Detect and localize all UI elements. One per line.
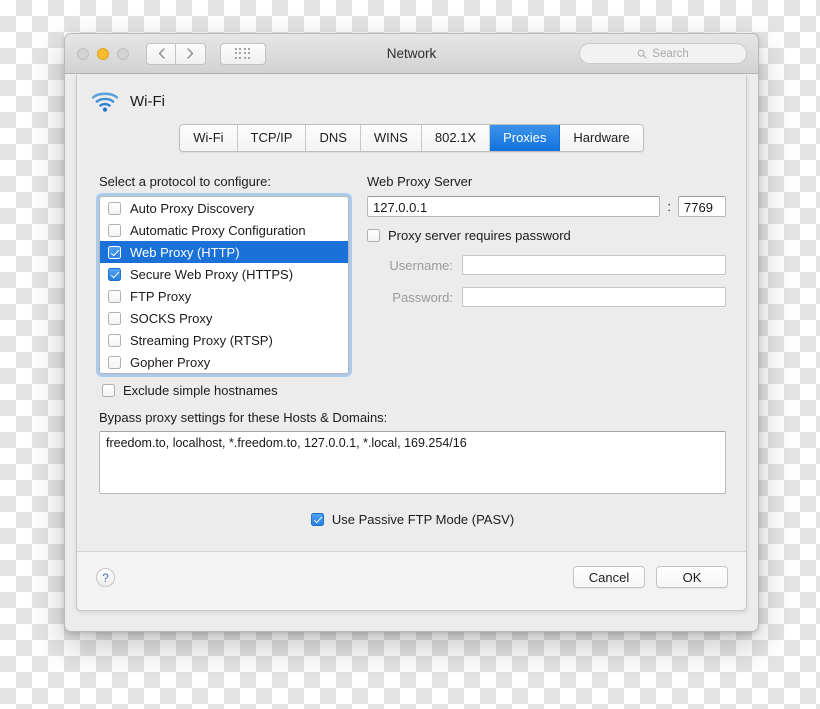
protocol-row-streaming-proxy-rtsp[interactable]: Streaming Proxy (RTSP)	[100, 329, 348, 351]
protocol-label: Automatic Proxy Configuration	[130, 222, 306, 238]
back-button[interactable]	[146, 42, 176, 65]
username-row: Username:	[367, 255, 726, 275]
passive-ftp-checkbox[interactable]	[310, 513, 324, 526]
protocol-row-secure-web-proxy-https[interactable]: Secure Web Proxy (HTTPS)	[100, 263, 348, 285]
passive-ftp-label: Use Passive FTP Mode (PASV)	[331, 512, 515, 527]
service-name: Wi-Fi	[130, 93, 165, 110]
password-label: Password:	[392, 289, 453, 305]
requires-password-row[interactable]: Proxy server requires password	[367, 228, 726, 243]
protocol-checkbox[interactable]	[108, 201, 121, 215]
host-port-separator: :	[667, 199, 671, 214]
ok-button[interactable]: OK	[656, 566, 728, 588]
protocol-checkbox[interactable]	[108, 355, 121, 369]
requires-password-checkbox[interactable]	[367, 229, 380, 242]
tab-group: Wi-Fi TCP/IP DNS WINS 802.1X Proxies Har…	[179, 124, 644, 152]
proxy-host-input[interactable]: 127.0.0.1	[367, 196, 661, 217]
protocol-checkbox[interactable]	[108, 289, 121, 303]
tab-8021x[interactable]: 802.1X	[421, 125, 491, 151]
protocol-row-web-proxy-http[interactable]: Web Proxy (HTTP)	[100, 241, 348, 263]
protocol-checkbox[interactable]	[108, 223, 121, 237]
tab-hardware[interactable]: Hardware	[560, 125, 643, 151]
protocol-checkbox[interactable]	[108, 333, 121, 347]
proxies-content: Select a protocol to configure: Auto Pro…	[77, 152, 746, 398]
protocol-row-automatic-proxy-configuration[interactable]: Automatic Proxy Configuration	[100, 219, 348, 241]
password-row: Password:	[367, 287, 726, 307]
traffic-light-buttons	[77, 47, 129, 60]
protocol-label: FTP Proxy	[130, 288, 192, 304]
username-label: Username:	[389, 257, 453, 273]
protocol-label: SOCKS Proxy	[130, 310, 213, 326]
search-icon	[637, 49, 647, 59]
passive-ftp-row[interactable]: Use Passive FTP Mode (PASV)	[99, 512, 726, 527]
protocol-row-socks-proxy[interactable]: SOCKS Proxy	[100, 307, 348, 329]
protocol-label: Gopher Proxy	[130, 354, 211, 370]
chevron-left-icon	[158, 48, 165, 59]
service-header: Wi-Fi	[77, 75, 746, 112]
exclude-simple-hostnames-label: Exclude simple hostnames	[123, 383, 278, 398]
bypass-section: Bypass proxy settings for these Hosts & …	[77, 398, 746, 527]
tab-wins[interactable]: WINS	[360, 125, 422, 151]
protocol-row-ftp-proxy[interactable]: FTP Proxy	[100, 285, 348, 307]
requires-password-label: Proxy server requires password	[388, 228, 571, 243]
proxy-server-address-row: 127.0.0.1 : 7769	[367, 196, 726, 217]
tab-tcpip[interactable]: TCP/IP	[237, 125, 307, 151]
search-field[interactable]: Search	[579, 43, 747, 64]
exclude-simple-hostnames-row[interactable]: Exclude simple hostnames	[99, 383, 349, 398]
cancel-button[interactable]: Cancel	[573, 566, 645, 588]
forward-button[interactable]	[176, 42, 206, 65]
wifi-icon	[91, 92, 119, 112]
protocol-list-label: Select a protocol to configure:	[99, 174, 271, 189]
tab-wifi[interactable]: Wi-Fi	[180, 125, 238, 151]
tab-dns[interactable]: DNS	[306, 125, 361, 151]
exclude-simple-hostnames-checkbox[interactable]	[102, 384, 115, 397]
network-preferences-window: Network Search Wi-Fi Wi-Fi TCP/IP DNS WI…	[64, 33, 759, 632]
tab-proxies[interactable]: Proxies	[490, 125, 561, 151]
window-titlebar: Network Search	[65, 34, 758, 74]
help-button[interactable]: ?	[96, 568, 115, 587]
protocol-label: Auto Proxy Discovery	[130, 200, 255, 216]
grid-icon	[234, 47, 252, 60]
navigation-buttons	[146, 42, 206, 65]
proxies-sheet: Wi-Fi Wi-Fi TCP/IP DNS WINS 802.1X Proxi…	[76, 75, 747, 611]
protocol-row-gopher-proxy[interactable]: Gopher Proxy	[100, 351, 348, 373]
protocol-checkbox[interactable]	[108, 311, 121, 325]
proxy-server-title: Web Proxy Server	[367, 174, 473, 189]
protocol-checkbox[interactable]	[108, 267, 121, 281]
minimize-button[interactable]	[97, 47, 109, 60]
zoom-button[interactable]	[117, 47, 129, 60]
close-button[interactable]	[77, 47, 89, 60]
password-input[interactable]	[462, 287, 726, 307]
protocol-label: Secure Web Proxy (HTTPS)	[130, 266, 294, 282]
protocol-checkbox[interactable]	[108, 245, 121, 259]
protocol-row-auto-proxy-discovery[interactable]: Auto Proxy Discovery	[100, 197, 348, 219]
search-placeholder: Search	[652, 47, 689, 60]
proxy-server-column: Web Proxy Server 127.0.0.1 : 7769 Proxy …	[367, 174, 726, 398]
show-all-button[interactable]	[220, 42, 266, 65]
chevron-right-icon	[187, 48, 194, 59]
footer-button-row: Cancel OK	[573, 566, 728, 588]
proxy-port-input[interactable]: 7769	[678, 196, 726, 217]
protocol-label: Streaming Proxy (RTSP)	[130, 332, 273, 348]
protocol-column: Select a protocol to configure: Auto Pro…	[99, 174, 349, 398]
protocol-list[interactable]: Auto Proxy Discovery Automatic Proxy Con…	[99, 196, 349, 374]
protocol-label: Web Proxy (HTTP)	[130, 244, 240, 260]
bypass-label: Bypass proxy settings for these Hosts & …	[99, 410, 388, 425]
tab-bar: Wi-Fi TCP/IP DNS WINS 802.1X Proxies Har…	[77, 124, 746, 152]
username-input[interactable]	[462, 255, 726, 275]
sheet-footer: ? Cancel OK	[77, 551, 746, 610]
bypass-textarea[interactable]: freedom.to, localhost, *.freedom.to, 127…	[99, 431, 726, 494]
